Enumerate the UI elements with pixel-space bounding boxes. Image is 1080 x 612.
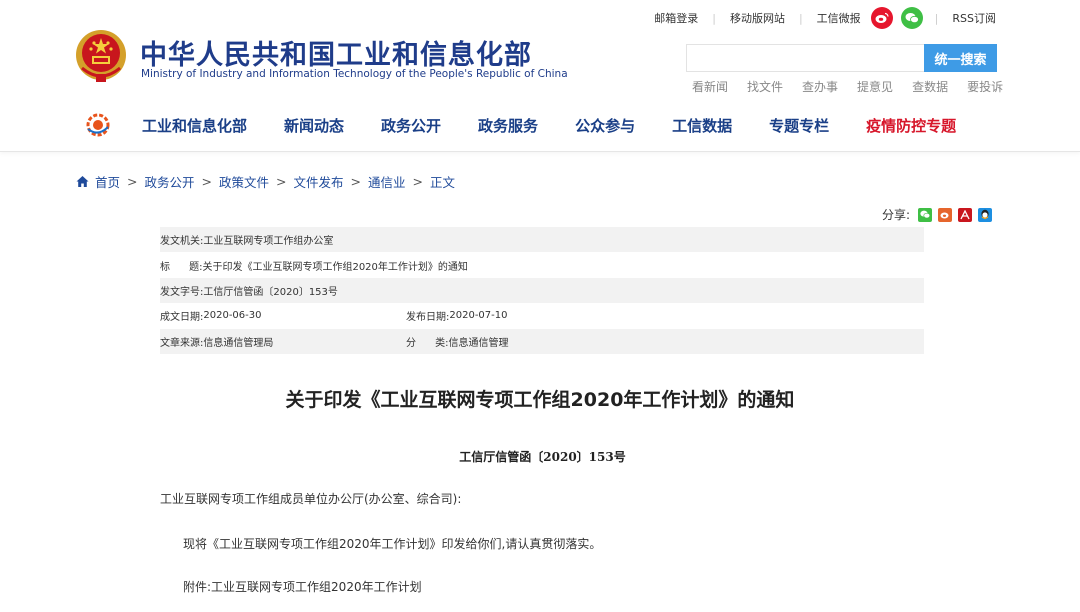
wechat-icon[interactable] bbox=[900, 7, 923, 29]
breadcrumb-separator: > bbox=[276, 174, 287, 189]
site-subtitle: Ministry of Industry and Information Tec… bbox=[141, 68, 568, 80]
separator: | bbox=[712, 11, 716, 25]
nav-gov-affairs[interactable]: 政务公开 bbox=[381, 115, 441, 136]
breadcrumb-gov-affairs[interactable]: 政务公开 bbox=[145, 172, 195, 191]
nav-miit[interactable]: 工业和信息化部 bbox=[142, 115, 247, 136]
home-icon[interactable] bbox=[76, 175, 89, 188]
meta-issuer-label: 发文机关: bbox=[160, 236, 204, 248]
nav-topics[interactable]: 专题专栏 bbox=[769, 115, 829, 136]
article-doc-number: 工信厅信管函〔2020〕153号 bbox=[459, 450, 626, 464]
meta-row-dates: 成文日期: 2020-06-30 发布日期: 2020-07-10 bbox=[160, 303, 924, 328]
meta-title-label: 标 题: bbox=[160, 261, 203, 273]
site-header: 邮箱登录 | 移动版网站 | 工信微报 | RSS订阅 中华人民共和国工业和信息… bbox=[0, 0, 1080, 152]
quick-links: 看新闻 找文件 查办事 提意见 查数据 要投诉 bbox=[692, 78, 1003, 95]
national-emblem-icon bbox=[76, 30, 126, 82]
search-input[interactable] bbox=[686, 44, 924, 72]
breadcrumb-current: 正文 bbox=[430, 175, 456, 190]
meta-source-label: 文章来源: bbox=[160, 337, 204, 349]
social-icons bbox=[870, 7, 923, 29]
search-bar: 统一搜索 bbox=[686, 44, 997, 72]
weibao-link[interactable]: 工信微报 bbox=[811, 10, 867, 26]
quicklink-complaint[interactable]: 要投诉 bbox=[967, 78, 1003, 95]
breadcrumb-home[interactable]: 首页 bbox=[95, 172, 120, 191]
weibo-icon[interactable] bbox=[870, 7, 893, 29]
meta-docno-value: 工信厅信管函〔2020〕153号 bbox=[203, 286, 338, 298]
document-meta-table: 发文机关: 工业互联网专项工作组办公室 标 题: 关于印发《工业互联网专项工作组… bbox=[160, 227, 924, 354]
meta-created-value: 2020-06-30 bbox=[203, 310, 262, 322]
separator: | bbox=[798, 11, 803, 25]
share-pdf-icon[interactable] bbox=[958, 207, 973, 222]
site-title: 中华人民共和国工业和信息化部 bbox=[140, 40, 532, 71]
email-login-link[interactable]: 邮箱登录 bbox=[648, 10, 704, 26]
breadcrumb-separator: > bbox=[412, 174, 423, 189]
mobile-site-link[interactable]: 移动版网站 bbox=[724, 10, 791, 26]
article-paragraph: 工业互联网专项工作组成员单位办公厅(办公室、综合司): bbox=[160, 492, 462, 506]
meta-published-value: 2020-07-10 bbox=[449, 310, 508, 322]
meta-issuer-value: 工业互联网专项工作组办公室 bbox=[203, 236, 334, 248]
meta-row-issuer: 发文机关: 工业互联网专项工作组办公室 bbox=[160, 227, 924, 253]
share-label: 分享: bbox=[882, 208, 911, 222]
share-bar: 分享: bbox=[882, 206, 998, 223]
breadcrumb-file-release[interactable]: 文件发布 bbox=[294, 172, 344, 191]
nav-gov-services[interactable]: 政务服务 bbox=[478, 115, 538, 136]
breadcrumb-separator: > bbox=[350, 174, 361, 189]
meta-category-label: 分 类: bbox=[406, 337, 449, 349]
article-title: 关于印发《工业互联网专项工作组2020年工作计划》的通知 bbox=[285, 389, 795, 411]
main-nav: 工业和信息化部 新闻动态 政务公开 政务服务 公众参与 工信数据 专题专栏 疫情… bbox=[86, 112, 956, 138]
meta-category-value: 信息通信管理 bbox=[448, 337, 509, 349]
meta-published-label: 发布日期: bbox=[406, 312, 450, 324]
separator: | bbox=[934, 11, 939, 25]
article-attachment: 附件:工业互联网专项工作组2020年工作计划 bbox=[183, 580, 422, 594]
breadcrumb: 首页 > 政务公开 > 政策文件 > 文件发布 > 通信业 > 正文 bbox=[76, 172, 455, 191]
breadcrumb-separator: > bbox=[127, 174, 138, 189]
share-qq-icon[interactable] bbox=[978, 207, 993, 222]
nav-data[interactable]: 工信数据 bbox=[672, 115, 732, 136]
meta-row-title: 标 题: 关于印发《工业互联网专项工作组2020年工作计划》的通知 bbox=[160, 252, 924, 277]
quicklink-data[interactable]: 查数据 bbox=[912, 78, 948, 95]
meta-docno-label: 发文字号: bbox=[160, 286, 204, 298]
breadcrumb-separator: > bbox=[201, 174, 212, 189]
breadcrumb-telecom[interactable]: 通信业 bbox=[368, 172, 406, 191]
meta-created-label: 成文日期: bbox=[160, 312, 204, 324]
search-button[interactable]: 统一搜索 bbox=[924, 44, 997, 72]
meta-row-source: 文章来源: 信息通信管理局 分 类: 信息通信管理 bbox=[160, 328, 924, 354]
share-weibo-icon[interactable] bbox=[938, 207, 953, 222]
meta-title-value: 关于印发《工业互联网专项工作组2020年工作计划》的通知 bbox=[202, 261, 468, 273]
quicklink-services[interactable]: 查办事 bbox=[802, 78, 838, 95]
share-wechat-icon[interactable] bbox=[918, 207, 933, 222]
article-paragraph: 现将《工业互联网专项工作组2020年工作计划》印发给你们,请认真贯彻落实。 bbox=[183, 537, 602, 551]
nav-public-participation[interactable]: 公众参与 bbox=[575, 115, 635, 136]
nav-epidemic[interactable]: 疫情防控专题 bbox=[866, 115, 956, 136]
top-utility-bar: 邮箱登录 | 移动版网站 | 工信微报 | RSS订阅 bbox=[648, 6, 1002, 30]
meta-source-value: 信息通信管理局 bbox=[203, 337, 274, 349]
breadcrumb-policy-files[interactable]: 政策文件 bbox=[219, 172, 269, 191]
quicklink-files[interactable]: 找文件 bbox=[747, 78, 783, 95]
nav-news[interactable]: 新闻动态 bbox=[284, 115, 344, 136]
meta-row-docno: 发文字号: 工信厅信管函〔2020〕153号 bbox=[160, 277, 924, 304]
ministry-logo-icon[interactable] bbox=[86, 113, 110, 137]
quicklink-feedback[interactable]: 提意见 bbox=[857, 78, 893, 95]
quicklink-news[interactable]: 看新闻 bbox=[692, 78, 728, 95]
rss-link[interactable]: RSS订阅 bbox=[946, 10, 1002, 26]
